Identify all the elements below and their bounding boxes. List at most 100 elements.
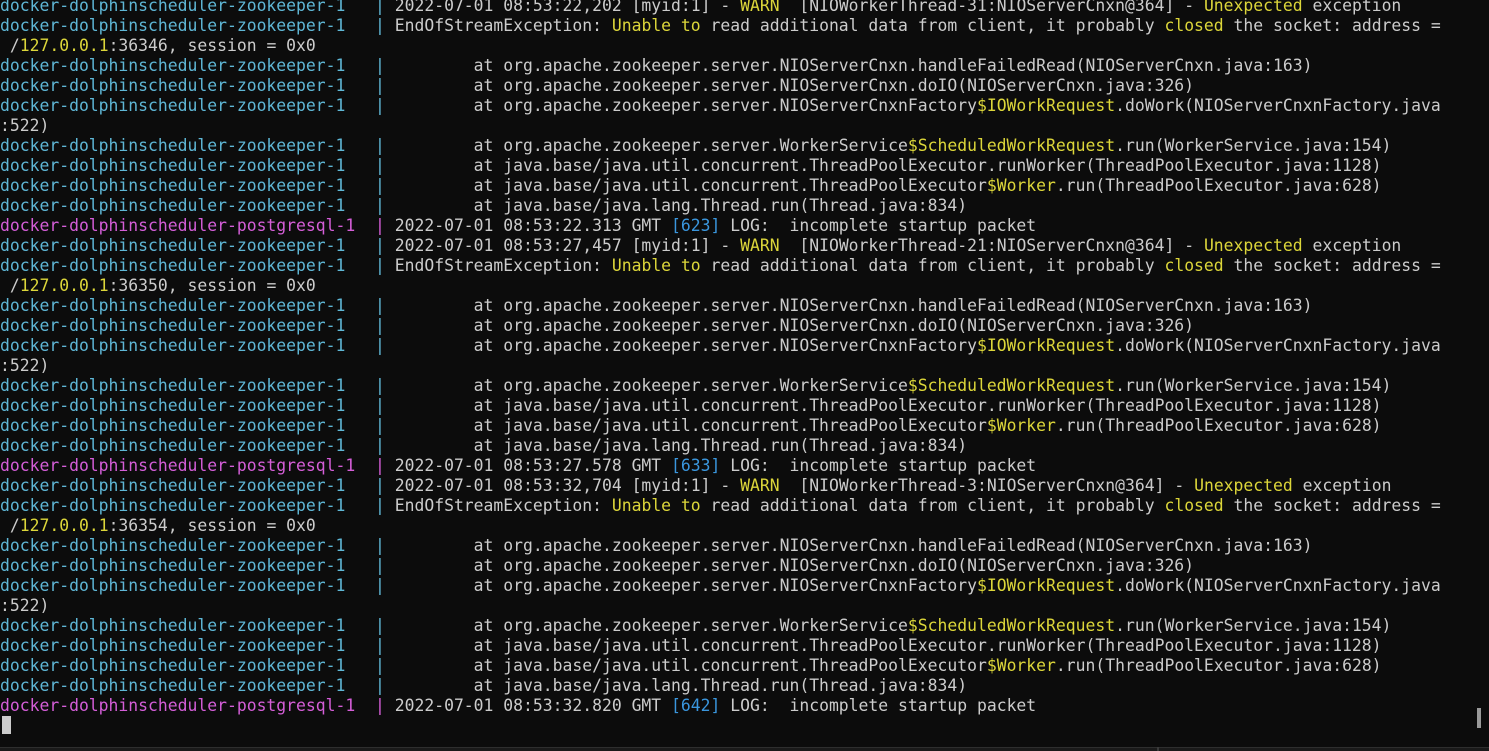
log-text: at org.apache.zookeeper.server.NIOServer…: [394, 576, 977, 595]
log-text: at org.apache.zookeeper.server.NIOServer…: [394, 536, 1313, 555]
log-text: at java.base/java.lang.Thread.run(Thread…: [394, 196, 968, 215]
log-text: LOG: incomplete startup packet: [720, 696, 1037, 715]
highlight-text: $IOWorkRequest: [976, 96, 1116, 115]
log-text: at java.base/java.lang.Thread.run(Thread…: [394, 676, 968, 695]
log-text: .run(ThreadPoolExecutor.java:628): [1055, 416, 1382, 435]
highlight-text: $ScheduledWorkRequest: [907, 136, 1116, 155]
log-line: docker-dolphinscheduler-zookeeper-1 | at…: [0, 196, 1466, 216]
highlight-text: Unexpected: [1203, 0, 1303, 15]
container-prefix: docker-dolphinscheduler-zookeeper-1 |: [0, 556, 395, 575]
container-prefix: docker-dolphinscheduler-zookeeper-1 |: [0, 676, 395, 695]
log-line: docker-dolphinscheduler-zookeeper-1 | at…: [0, 336, 1466, 356]
log-line: docker-dolphinscheduler-zookeeper-1 | at…: [0, 416, 1466, 436]
container-prefix: docker-dolphinscheduler-zookeeper-1 |: [0, 76, 395, 95]
log-line: docker-dolphinscheduler-zookeeper-1 | at…: [0, 536, 1466, 556]
container-prefix: docker-dolphinscheduler-zookeeper-1 |: [0, 296, 395, 315]
log-line: docker-dolphinscheduler-zookeeper-1 | at…: [0, 616, 1466, 636]
log-text: :36354, session = 0x0: [108, 516, 316, 535]
log-line: docker-dolphinscheduler-zookeeper-1 | 20…: [0, 0, 1466, 16]
highlight-text: 127.0.0.1: [19, 516, 109, 535]
log-line: docker-dolphinscheduler-postgresql-1 | 2…: [0, 696, 1466, 716]
log-text: /: [0, 276, 20, 295]
log-text: at java.base/java.util.concurrent.Thread…: [394, 636, 1382, 655]
log-line: :522): [0, 116, 1466, 136]
pid-text: [633]: [671, 456, 721, 475]
container-prefix: docker-dolphinscheduler-zookeeper-1 |: [0, 476, 395, 495]
log-text: 2022-07-01 08:53:27,457 [myid:1] -: [394, 236, 741, 255]
container-prefix: docker-dolphinscheduler-zookeeper-1 |: [0, 156, 395, 175]
log-text: 2022-07-01 08:53:32.820 GMT: [394, 696, 672, 715]
log-text: at java.base/java.util.concurrent.Thread…: [394, 656, 987, 675]
container-prefix: docker-dolphinscheduler-zookeeper-1 |: [0, 96, 395, 115]
log-text: the socket: address =: [1223, 496, 1441, 515]
log-text: read additional data from client, it pro…: [700, 16, 1165, 35]
highlight-text: Unable to: [611, 496, 701, 515]
container-prefix: docker-dolphinscheduler-zookeeper-1 |: [0, 636, 395, 655]
container-prefix: docker-dolphinscheduler-postgresql-1 |: [0, 216, 395, 235]
highlight-text: Unable to: [611, 16, 701, 35]
container-prefix: docker-dolphinscheduler-zookeeper-1 |: [0, 576, 395, 595]
log-text: LOG: incomplete startup packet: [720, 216, 1037, 235]
log-line: docker-dolphinscheduler-zookeeper-1 | at…: [0, 396, 1466, 416]
log-text: .run(ThreadPoolExecutor.java:628): [1055, 176, 1382, 195]
highlight-text: $Worker: [986, 176, 1056, 195]
log-text: .run(ThreadPoolExecutor.java:628): [1055, 656, 1382, 675]
log-line: docker-dolphinscheduler-zookeeper-1 | En…: [0, 256, 1466, 276]
log-text: at org.apache.zookeeper.server.NIOServer…: [394, 556, 1195, 575]
log-line: docker-dolphinscheduler-zookeeper-1 | at…: [0, 96, 1466, 116]
log-line: :522): [0, 356, 1466, 376]
log-line: docker-dolphinscheduler-zookeeper-1 | at…: [0, 676, 1466, 696]
log-line: docker-dolphinscheduler-zookeeper-1 | 20…: [0, 476, 1466, 496]
log-text: at java.base/java.util.concurrent.Thread…: [394, 156, 1382, 175]
log-line: docker-dolphinscheduler-postgresql-1 | 2…: [0, 216, 1466, 236]
container-prefix: docker-dolphinscheduler-zookeeper-1 |: [0, 416, 395, 435]
log-line: docker-dolphinscheduler-zookeeper-1 | 20…: [0, 236, 1466, 256]
log-text: EndOfStreamException:: [394, 496, 612, 515]
log-text: at org.apache.zookeeper.server.NIOServer…: [394, 76, 1195, 95]
log-text: .run(WorkerService.java:154): [1115, 616, 1392, 635]
highlight-text: WARN: [740, 0, 780, 15]
log-text: at java.base/java.util.concurrent.Thread…: [394, 416, 987, 435]
highlight-text: closed: [1164, 16, 1224, 35]
container-prefix: docker-dolphinscheduler-zookeeper-1 |: [0, 236, 395, 255]
highlight-text: $IOWorkRequest: [976, 336, 1116, 355]
log-line: docker-dolphinscheduler-zookeeper-1 | at…: [0, 436, 1466, 456]
log-line: docker-dolphinscheduler-zookeeper-1 | at…: [0, 76, 1466, 96]
log-line: docker-dolphinscheduler-zookeeper-1 | En…: [0, 496, 1466, 516]
window-bottom-edge: [0, 747, 1489, 751]
log-text: 2022-07-01 08:53:22.313 GMT: [394, 216, 672, 235]
log-text: at org.apache.zookeeper.server.WorkerSer…: [394, 616, 908, 635]
terminal-output[interactable]: docker-dolphinscheduler-zookeeper-1 | 20…: [0, 0, 1466, 716]
highlight-text: $Worker: [986, 416, 1056, 435]
log-text: at org.apache.zookeeper.server.NIOServer…: [394, 96, 977, 115]
log-text: the socket: address =: [1223, 256, 1441, 275]
log-line: /127.0.0.1:36350, session = 0x0: [0, 276, 1466, 296]
container-prefix: docker-dolphinscheduler-zookeeper-1 |: [0, 436, 395, 455]
log-line: :522): [0, 596, 1466, 616]
highlight-text: $ScheduledWorkRequest: [907, 616, 1116, 635]
log-text: 2022-07-01 08:53:22,202 [myid:1] -: [394, 0, 741, 15]
scrollbar-thumb[interactable]: [1477, 708, 1481, 728]
container-prefix: docker-dolphinscheduler-postgresql-1 |: [0, 456, 395, 475]
container-prefix: docker-dolphinscheduler-zookeeper-1 |: [0, 56, 395, 75]
log-text: exception: [1292, 476, 1392, 495]
log-line: docker-dolphinscheduler-zookeeper-1 | at…: [0, 376, 1466, 396]
log-text: LOG: incomplete startup packet: [720, 456, 1037, 475]
container-prefix: docker-dolphinscheduler-zookeeper-1 |: [0, 176, 395, 195]
log-text: :522): [0, 596, 50, 615]
log-text: [NIOWorkerThread-31:NIOServerCnxn@364] -: [779, 0, 1204, 15]
log-text: [NIOWorkerThread-21:NIOServerCnxn@364] -: [779, 236, 1204, 255]
log-text: .run(WorkerService.java:154): [1115, 136, 1392, 155]
container-prefix: docker-dolphinscheduler-zookeeper-1 |: [0, 616, 395, 635]
container-prefix: docker-dolphinscheduler-zookeeper-1 |: [0, 376, 395, 395]
log-text: .doWork(NIOServerCnxnFactory.java: [1115, 96, 1441, 115]
log-line: docker-dolphinscheduler-zookeeper-1 | at…: [0, 636, 1466, 656]
log-text: at org.apache.zookeeper.server.WorkerSer…: [394, 376, 908, 395]
log-text: EndOfStreamException:: [394, 256, 612, 275]
highlight-text: $IOWorkRequest: [976, 576, 1116, 595]
log-text: the socket: address =: [1223, 16, 1441, 35]
highlight-text: Unexpected: [1203, 236, 1303, 255]
log-text: 2022-07-01 08:53:27.578 GMT: [394, 456, 672, 475]
container-prefix: docker-dolphinscheduler-zookeeper-1 |: [0, 496, 395, 515]
log-text: read additional data from client, it pro…: [700, 256, 1165, 275]
